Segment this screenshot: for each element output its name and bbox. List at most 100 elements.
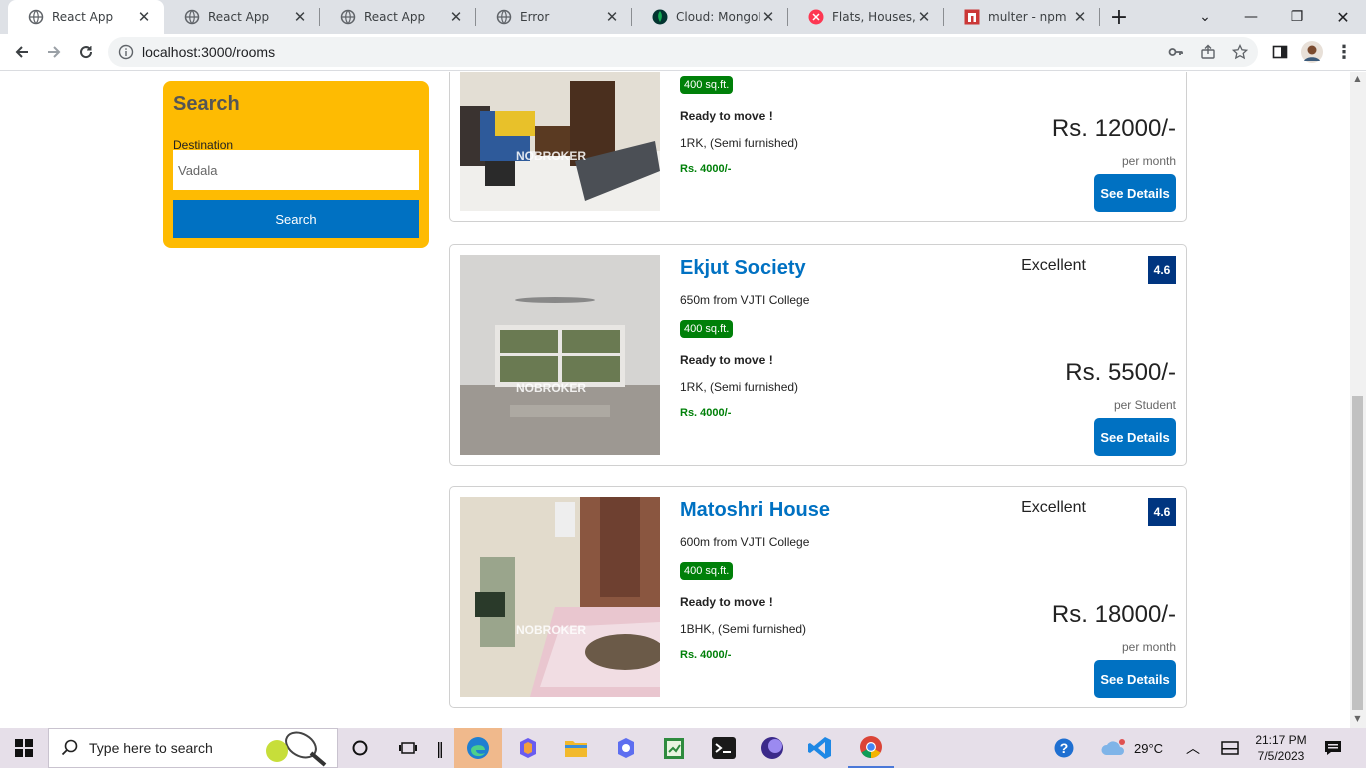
- tab-mongodb[interactable]: Cloud: MongoDB ✕: [632, 0, 788, 34]
- tab-title: React App: [208, 10, 270, 24]
- start-button[interactable]: [0, 728, 48, 768]
- scroll-up-icon[interactable]: ▲: [1352, 74, 1363, 84]
- tab-title: React App: [52, 10, 114, 24]
- close-tab-icon[interactable]: ✕: [604, 9, 620, 25]
- nobroker-icon: [808, 9, 824, 25]
- see-details-button[interactable]: See Details: [1094, 174, 1176, 212]
- deposit-text: Rs. 4000/-: [680, 163, 732, 175]
- tab-error[interactable]: Error ✕: [476, 0, 632, 34]
- arrow-right-icon: [48, 46, 61, 58]
- destination-input[interactable]: Vadala: [173, 150, 419, 190]
- scrollbar-thumb[interactable]: [1352, 396, 1363, 710]
- close-tab-icon[interactable]: ✕: [136, 9, 152, 25]
- search-title: Search: [173, 93, 240, 115]
- tab-npm[interactable]: multer - npm ✕: [944, 0, 1100, 34]
- close-tab-icon[interactable]: ✕: [448, 9, 464, 25]
- close-tab-icon[interactable]: ✕: [1072, 9, 1088, 25]
- tab-search-icon[interactable]: ⌄: [1182, 0, 1228, 34]
- key-icon[interactable]: [1168, 44, 1184, 60]
- side-panel-icon: [1272, 45, 1288, 59]
- deposit-text: Rs. 4000/-: [680, 649, 732, 661]
- close-tab-icon[interactable]: ✕: [916, 9, 932, 25]
- see-details-button[interactable]: See Details: [1094, 418, 1176, 456]
- side-panel-button[interactable]: [1266, 38, 1294, 66]
- new-tab-button[interactable]: +: [1096, 0, 1142, 34]
- moon-app-icon[interactable]: [750, 728, 794, 768]
- rating-text: Excellent: [1021, 257, 1086, 274]
- room-type: 1BHK, (Semi furnished): [680, 622, 807, 636]
- weather-widget[interactable]: 29°C: [1100, 728, 1163, 768]
- mongodb-leaf-icon: [652, 9, 668, 25]
- restore-button[interactable]: ❐: [1274, 0, 1320, 34]
- price: Rs. 12000/-: [1051, 115, 1176, 142]
- tab-react-app-2[interactable]: React App ✕: [164, 0, 320, 34]
- clock-date: 7/5/2023: [1257, 749, 1305, 763]
- task-view-icon[interactable]: [390, 728, 426, 768]
- windows-logo-icon: [15, 739, 33, 757]
- bookmark-star-icon[interactable]: [1232, 44, 1248, 60]
- terminal-app-icon[interactable]: [702, 728, 746, 768]
- tab-title: React App: [364, 10, 426, 24]
- cortana-icon[interactable]: [342, 728, 378, 768]
- file-explorer-icon[interactable]: [554, 728, 598, 768]
- help-icon[interactable]: ?: [1050, 728, 1078, 768]
- forward-button[interactable]: [40, 38, 68, 66]
- svg-text:?: ?: [1060, 740, 1069, 756]
- rating-badge: 4.6: [1148, 498, 1176, 526]
- status-text: Ready to move !: [680, 353, 773, 367]
- close-tab-icon[interactable]: ✕: [292, 9, 308, 25]
- menu-kebab-icon[interactable]: ⋮: [1330, 38, 1358, 66]
- rating-badge: 4.6: [1148, 256, 1176, 284]
- listing-title[interactable]: Matoshri House: [680, 499, 830, 522]
- price: Rs. 18000/-: [1051, 601, 1176, 628]
- tab-react-app-3[interactable]: React App ✕: [320, 0, 476, 34]
- copilot-app-icon[interactable]: [506, 728, 550, 768]
- price: Rs. 5500/-: [1065, 359, 1176, 386]
- back-button[interactable]: [8, 38, 36, 66]
- address-bar[interactable]: localhost:3000/rooms: [108, 37, 1258, 67]
- notifications-icon[interactable]: [1318, 728, 1348, 768]
- cloud-icon: [1101, 739, 1125, 755]
- share-icon[interactable]: [1200, 44, 1216, 60]
- chevron-up-icon[interactable]: ︿: [1180, 728, 1206, 768]
- info-icon[interactable]: [118, 44, 134, 60]
- avatar: [1301, 41, 1323, 63]
- close-tab-icon[interactable]: ✕: [760, 9, 776, 25]
- search-button[interactable]: Search: [173, 200, 419, 238]
- tab-react-app-1[interactable]: React App ✕: [8, 0, 164, 34]
- tab-title: Flats, Houses, Ap: [832, 10, 916, 24]
- area-badge: 400 sq.ft.: [680, 320, 734, 338]
- clock[interactable]: 21:17 PM 7/5/2023: [1252, 728, 1310, 768]
- weather-temp: 29°C: [1134, 740, 1164, 756]
- area-badge: 400 sq.ft.: [680, 76, 734, 94]
- distance-text: 600m from VJTI College: [680, 535, 810, 549]
- room-type: 1RK, (Semi furnished): [680, 380, 799, 394]
- keyboard-icon[interactable]: [1216, 728, 1244, 768]
- scroll-down-icon[interactable]: ▼: [1352, 714, 1363, 724]
- search-icon: [61, 739, 78, 756]
- taskbar-search[interactable]: Type here to search: [48, 728, 338, 768]
- reload-icon: [80, 46, 93, 59]
- chrome-app-icon[interactable]: [848, 728, 894, 768]
- tab-nobroker[interactable]: Flats, Houses, Ap ✕: [788, 0, 944, 34]
- see-details-button[interactable]: See Details: [1094, 660, 1176, 698]
- globe-icon: [28, 9, 44, 25]
- vscode-app-icon[interactable]: [798, 728, 842, 768]
- profile-button[interactable]: [1298, 38, 1326, 66]
- watermark-text: NOBROKER: [516, 623, 587, 637]
- distance-text: 650m from VJTI College: [680, 293, 810, 307]
- reload-button[interactable]: [72, 38, 100, 66]
- notepad-app-icon[interactable]: [652, 728, 696, 768]
- minimize-button[interactable]: —: [1228, 0, 1274, 34]
- edge-app-icon[interactable]: [454, 728, 502, 768]
- watermark-text: NOBROKER: [516, 149, 587, 163]
- close-window-button[interactable]: ✕: [1320, 0, 1366, 34]
- room-photo: NOBROKER: [460, 72, 660, 211]
- status-text: Ready to move !: [680, 595, 773, 609]
- price-period: per Student: [1113, 398, 1176, 412]
- assistant-app-icon[interactable]: [604, 728, 648, 768]
- listing-title[interactable]: Ekjut Society: [680, 257, 806, 280]
- deposit-text: Rs. 4000/-: [680, 407, 732, 419]
- page-content: Search Destination Vadala Search NOBROKE…: [0, 72, 1350, 728]
- room-photo: NOBROKER: [460, 497, 660, 697]
